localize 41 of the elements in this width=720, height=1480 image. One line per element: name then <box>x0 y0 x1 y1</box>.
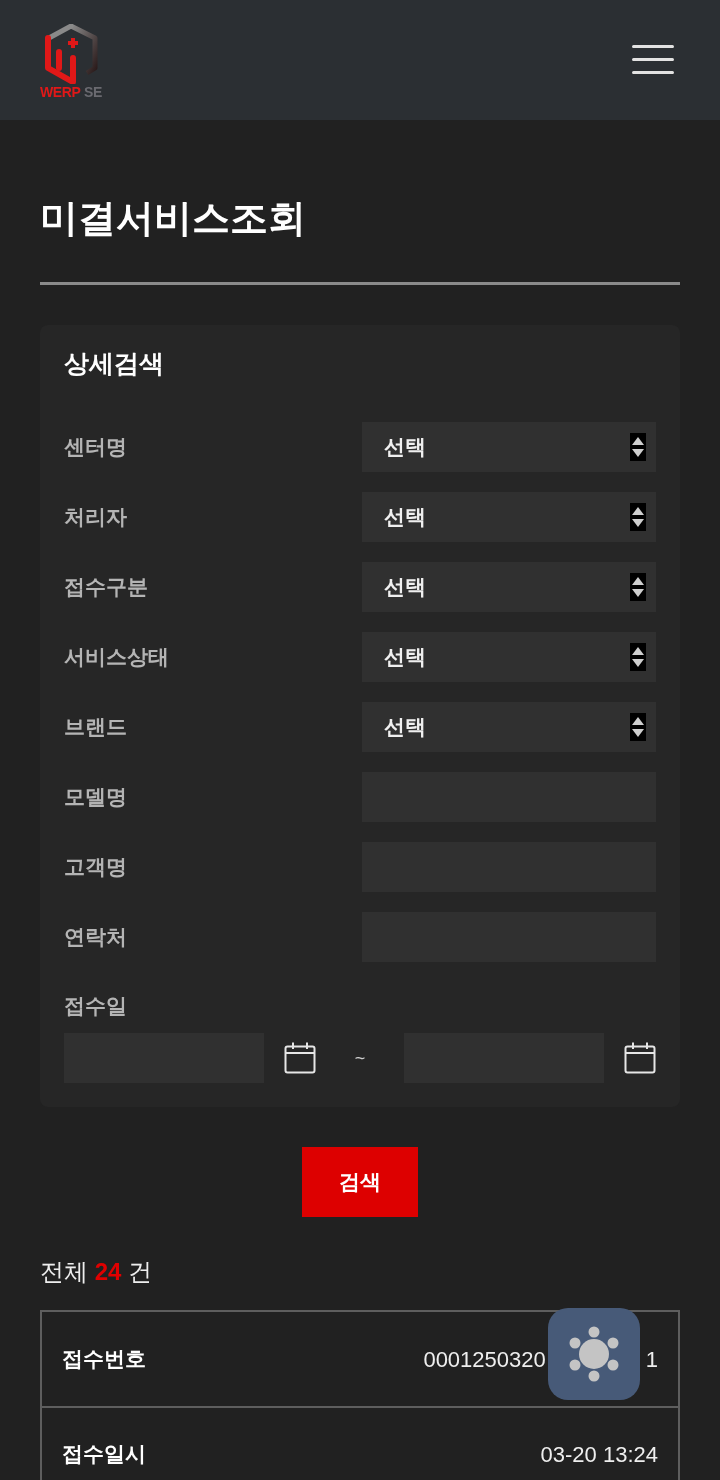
select-value: 선택 <box>384 434 426 461</box>
select-field[interactable]: 선택 <box>362 492 656 542</box>
select-value: 선택 <box>384 714 426 741</box>
select-field[interactable]: 선택 <box>362 632 656 682</box>
field-label: 접수구분 <box>64 574 148 601</box>
select-field[interactable]: 선택 <box>362 422 656 472</box>
logo-text: WERP SE <box>40 84 102 100</box>
calendar-icon[interactable] <box>624 1042 656 1074</box>
search-button[interactable]: 검색 <box>302 1147 418 1217</box>
select-arrows-icon <box>630 643 646 671</box>
menu-icon <box>632 45 674 75</box>
select-arrows-icon <box>630 433 646 461</box>
row-value: 0001250320 <box>423 1345 546 1374</box>
menu-button[interactable] <box>632 45 674 75</box>
select-field[interactable]: 선택 <box>362 702 656 752</box>
row-value: 1 <box>645 1345 658 1374</box>
field-label: 모델명 <box>64 784 127 811</box>
select-field[interactable]: 선택 <box>362 562 656 612</box>
field-label: 브랜드 <box>64 714 127 741</box>
select-value: 선택 <box>384 504 426 531</box>
field-label: 처리자 <box>64 504 127 531</box>
select-arrows-icon <box>630 503 646 531</box>
range-separator: ~ <box>354 1046 366 1070</box>
field-label: 고객명 <box>64 854 127 881</box>
select-value: 선택 <box>384 574 426 601</box>
row-value: 03-20 13:24 <box>540 1440 658 1469</box>
row-label: 접수일시 <box>62 1441 146 1468</box>
floating-button[interactable] <box>548 1308 640 1400</box>
field-label: 서비스상태 <box>64 644 169 671</box>
calendar-icon[interactable] <box>284 1042 316 1074</box>
page-title: 미결서비스조회 <box>40 196 306 241</box>
row-label: 접수번호 <box>62 1346 146 1373</box>
field-label: 접수일 <box>64 993 127 1019</box>
logo-mark-icon <box>42 24 99 84</box>
field-label: 센터명 <box>64 434 127 461</box>
select-value: 선택 <box>384 644 426 671</box>
result-count: 전체 24 건 <box>40 1257 153 1287</box>
select-arrows-icon <box>630 713 646 741</box>
panel-title: 상세검색 <box>64 348 164 379</box>
select-arrows-icon <box>630 573 646 601</box>
field-label: 연락처 <box>64 924 127 951</box>
